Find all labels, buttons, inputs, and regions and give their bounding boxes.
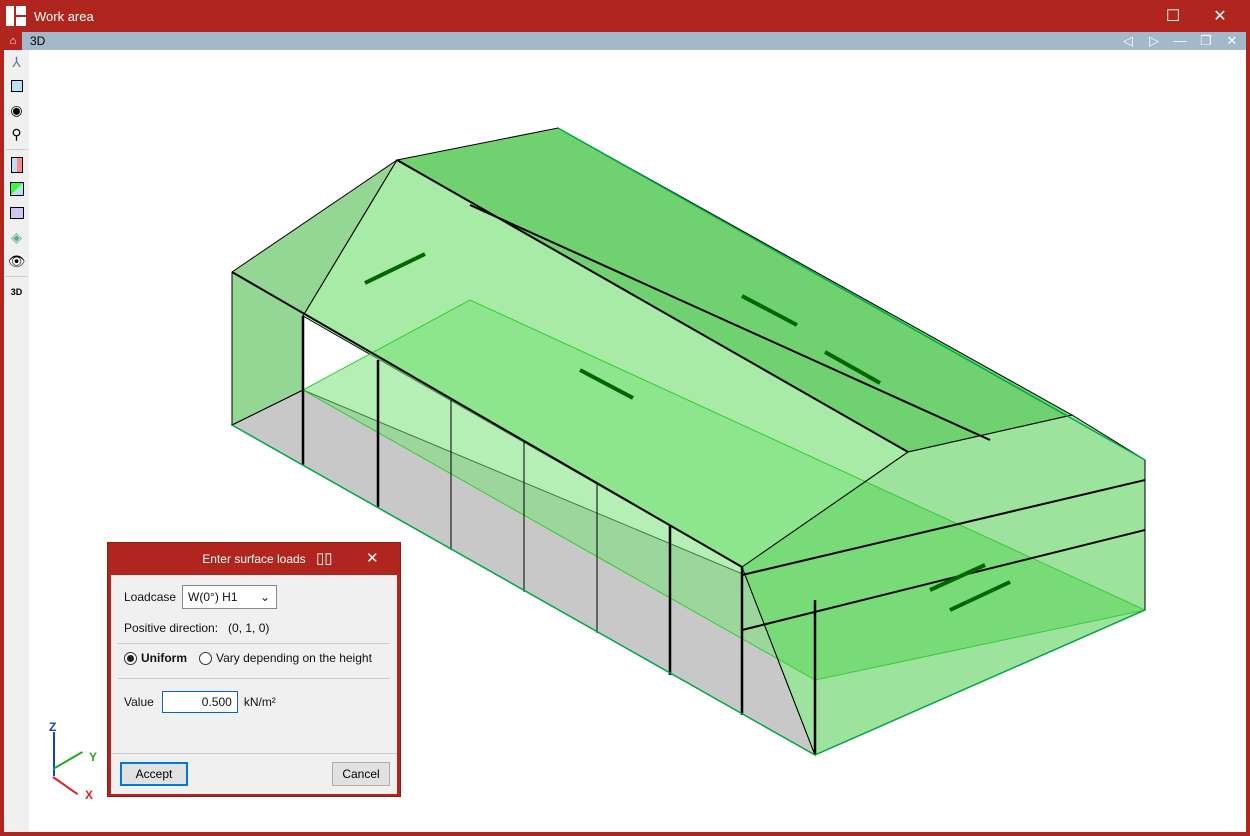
maximize-icon: ☐	[1165, 8, 1181, 25]
dialog-header: Enter surface loads ▯▯ ✕	[108, 543, 400, 575]
vary-height-label: Vary depending on the height	[216, 651, 372, 665]
unit-label: kN/m²	[243, 695, 276, 709]
close-button[interactable]: ✕	[1197, 0, 1243, 32]
direction-label: Positive direction:	[124, 621, 219, 635]
close-view-button[interactable]: ✕	[1220, 32, 1244, 50]
uniform-radio[interactable]	[124, 651, 137, 665]
accept-button[interactable]: Accept	[120, 762, 188, 786]
previous-view-button[interactable]: ◁	[1116, 32, 1140, 50]
minimize-view-button[interactable]: —	[1168, 32, 1192, 50]
layers-icon[interactable]: ◈	[4, 225, 29, 249]
view-title: 3D	[30, 34, 46, 48]
loadcase-label: Loadcase	[124, 590, 177, 604]
direction-value: (0, 1, 0)	[228, 621, 270, 635]
loadcase-select[interactable]: W(0°) H1 ⌄	[182, 585, 278, 609]
orbit-icon[interactable]: ◉	[4, 98, 29, 122]
axis-z-label: Z	[49, 720, 57, 734]
restore-view-button[interactable]: ❐	[1194, 32, 1218, 50]
window-title: Work area	[34, 8, 94, 24]
app-logo-icon	[6, 6, 26, 26]
view-cube-icon[interactable]	[4, 74, 29, 98]
surface-loads-dialog: Enter surface loads ▯▯ ✕ Loadcase W(0°) …	[107, 542, 401, 797]
surface-icon[interactable]	[4, 177, 29, 201]
next-view-button[interactable]: ▷	[1142, 32, 1166, 50]
dialog-close-icon[interactable]: ✕	[366, 543, 379, 575]
window-titlebar: Work area ☐ ✕	[0, 0, 1250, 32]
chevron-down-icon: ⌄	[259, 590, 271, 604]
help-book-icon[interactable]: ▯▯	[316, 543, 333, 575]
axes-indicator: Z Y X	[47, 720, 107, 802]
cancel-button[interactable]: Cancel	[332, 762, 390, 786]
view-tab-bar: ⌂ 3D ◁ ▷ — ❐ ✕	[4, 32, 1246, 50]
value-input[interactable]: 0.500	[161, 691, 238, 713]
axis-x-label: X	[85, 788, 94, 802]
close-icon: ✕	[1213, 8, 1227, 25]
axis-y-label: Y	[89, 750, 98, 764]
view-icon: ⌂	[4, 32, 22, 50]
maximize-button[interactable]: ☐	[1150, 0, 1196, 32]
dialog-title: Enter surface loads	[202, 552, 306, 566]
plane-icon[interactable]	[4, 201, 29, 225]
rotate-icon[interactable]: ⚲	[4, 122, 29, 146]
value-label: Value	[124, 695, 154, 709]
hide-icon[interactable]: 👁	[4, 249, 29, 273]
vary-height-radio[interactable]	[199, 651, 212, 665]
left-toolbar: ⅄ ◉ ⚲ ◈ 👁 3D	[4, 50, 29, 832]
3d-settings-icon[interactable]: 3D	[4, 280, 29, 304]
axes-icon[interactable]: ⅄	[4, 50, 29, 74]
uniform-label: Uniform	[141, 651, 187, 665]
section-icon[interactable]	[4, 153, 29, 177]
loadcase-value: W(0°) H1	[188, 590, 238, 604]
